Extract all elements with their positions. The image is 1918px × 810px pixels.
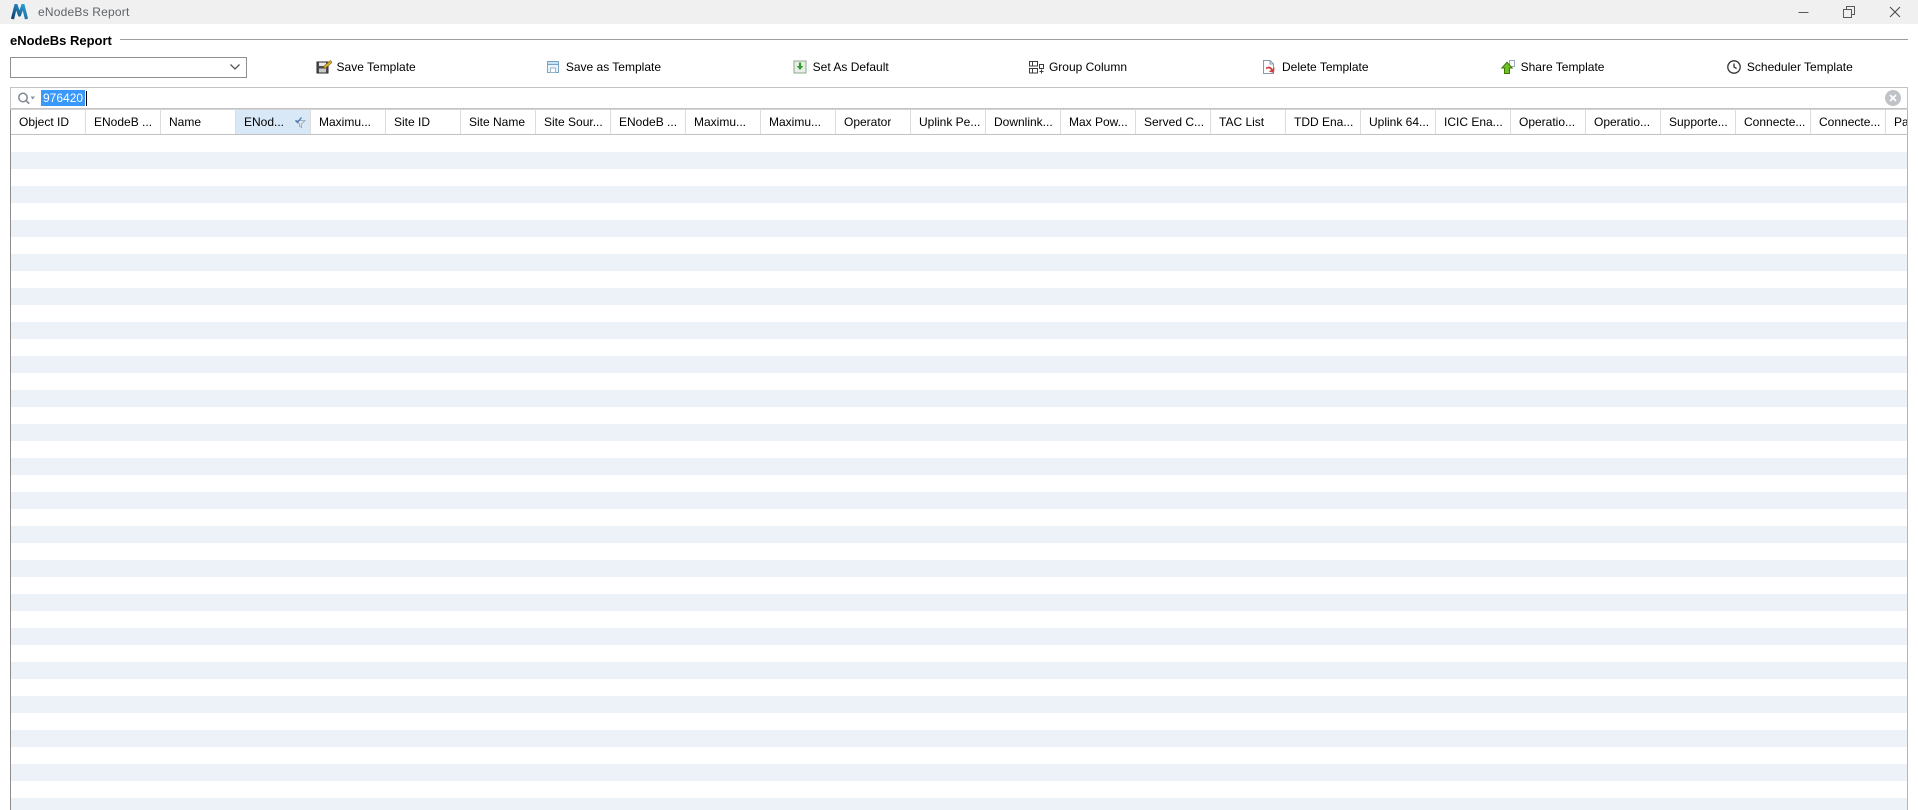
column-header-downlink-13[interactable]: Downlink...	[986, 110, 1061, 134]
column-header-label: ICIC Ena...	[1444, 115, 1503, 129]
restore-icon[interactable]	[1826, 0, 1872, 24]
column-header-enodeb-1[interactable]: ENodeB ...	[86, 110, 161, 134]
toolbar-button-label: Share Template	[1520, 60, 1605, 74]
column-header-icic-ena-19[interactable]: ICIC Ena...	[1436, 110, 1511, 134]
toolbar-button-label: Save as Template	[565, 60, 661, 74]
column-header-enod-3[interactable]: ENod...	[236, 110, 311, 134]
enodebs-table: Object ID ENodeB ... Name ENod... Maximu... S…	[10, 109, 1908, 810]
table-body-empty[interactable]	[11, 135, 1907, 810]
column-header-label: Connecte...	[1819, 115, 1881, 129]
column-header-connecte-23[interactable]: Connecte...	[1736, 110, 1811, 134]
column-header-uplink-pe-12[interactable]: Uplink Pe...	[911, 110, 986, 134]
column-header-site-id-5[interactable]: Site ID	[386, 110, 461, 134]
window-title: eNodeBs Report	[38, 5, 130, 19]
save-as-template-icon	[545, 59, 561, 75]
column-header-label: ENodeB ...	[94, 115, 153, 129]
column-header-operator-11[interactable]: Operator	[836, 110, 911, 134]
column-filter-icon[interactable]	[289, 116, 307, 129]
column-header-label: Site Sour...	[544, 115, 603, 129]
column-header-label: Par...	[1894, 115, 1907, 129]
search-input[interactable]: 976420	[41, 90, 86, 106]
clear-search-icon[interactable]	[1885, 90, 1901, 106]
column-header-connecte-24[interactable]: Connecte...	[1811, 110, 1886, 134]
toolbar-button-label: Save Template	[336, 60, 416, 74]
column-header-label: TDD Ena...	[1294, 115, 1354, 129]
column-header-label: Served C...	[1144, 115, 1205, 129]
save-template-button[interactable]: Save Template	[247, 59, 484, 75]
toolbar-button-label: Group Column	[1048, 60, 1127, 74]
group-column-button[interactable]: Group Column	[959, 59, 1196, 75]
column-header-label: Downlink...	[994, 115, 1053, 129]
scheduler-template-button[interactable]: Scheduler Template	[1671, 59, 1908, 75]
column-header-maximu-10[interactable]: Maximu...	[761, 110, 836, 134]
column-header-maximu-4[interactable]: Maximu...	[311, 110, 386, 134]
section-header: eNodeBs Report	[10, 32, 1908, 48]
column-header-site-name-6[interactable]: Site Name	[461, 110, 536, 134]
column-header-operatio-20[interactable]: Operatio...	[1511, 110, 1586, 134]
column-header-tdd-ena-17[interactable]: TDD Ena...	[1286, 110, 1361, 134]
page-title: eNodeBs Report	[10, 32, 112, 48]
column-header-supporte-22[interactable]: Supporte...	[1661, 110, 1736, 134]
column-header-label: Maximu...	[319, 115, 372, 129]
toolbar-button-label: Scheduler Template	[1746, 60, 1853, 74]
section-divider	[119, 39, 1908, 41]
column-header-label: Maximu...	[694, 115, 747, 129]
column-header-label: Operatio...	[1519, 115, 1576, 129]
column-header-label: Max Pow...	[1069, 115, 1128, 129]
column-header-par-25[interactable]: Par...	[1886, 110, 1907, 134]
share-template-button[interactable]: Share Template	[1433, 59, 1670, 75]
column-header-label: Maximu...	[769, 115, 822, 129]
column-header-uplink-64-18[interactable]: Uplink 64...	[1361, 110, 1436, 134]
column-header-label: Uplink 64...	[1369, 115, 1430, 129]
column-header-label: Site Name	[469, 115, 526, 129]
minimize-icon[interactable]	[1780, 0, 1826, 24]
column-header-label: Site ID	[394, 115, 431, 129]
toolbar: Save Template Save as Template Set As Defa…	[10, 55, 1908, 79]
toolbar-buttons: Save Template Save as Template Set As Defa…	[247, 59, 1908, 75]
share-template-icon	[1500, 59, 1516, 75]
close-icon[interactable]	[1872, 0, 1918, 24]
column-header-max-pow-14[interactable]: Max Pow...	[1061, 110, 1136, 134]
column-header-label: ENod...	[244, 115, 285, 129]
group-column-icon	[1028, 59, 1044, 75]
template-select[interactable]	[10, 56, 247, 78]
table-header-row: Object ID ENodeB ... Name ENod... Maximu... S…	[11, 110, 1907, 135]
chevron-down-icon	[229, 58, 241, 76]
column-header-label: Object ID	[19, 115, 70, 129]
column-header-label: TAC List	[1219, 115, 1265, 129]
window-controls	[1780, 0, 1918, 24]
column-header-label: Supporte...	[1669, 115, 1728, 129]
column-header-name-2[interactable]: Name	[161, 110, 236, 134]
column-header-enodeb-8[interactable]: ENodeB ...	[611, 110, 686, 134]
toolbar-button-label: Set As Default	[812, 60, 889, 74]
app-window: eNodeBs Report eNodeBs Report Save Templ…	[0, 0, 1918, 810]
column-header-label: Operatio...	[1594, 115, 1651, 129]
scheduler-template-icon	[1726, 59, 1742, 75]
column-header-label: Connecte...	[1744, 115, 1806, 129]
delete-template-button[interactable]: Delete Template	[1196, 59, 1433, 75]
column-header-maximu-9[interactable]: Maximu...	[686, 110, 761, 134]
delete-template-icon	[1261, 59, 1277, 75]
column-header-site-sour-7[interactable]: Site Sour...	[536, 110, 611, 134]
titlebar: eNodeBs Report	[0, 0, 1918, 24]
column-header-label: Name	[169, 115, 202, 129]
save-as-template-button[interactable]: Save as Template	[484, 59, 721, 75]
column-header-operatio-21[interactable]: Operatio...	[1586, 110, 1661, 134]
toolbar-button-label: Delete Template	[1282, 60, 1369, 74]
save-template-icon	[316, 59, 332, 75]
set-as-default-icon	[792, 59, 808, 75]
column-header-object-id-0[interactable]: Object ID	[11, 110, 86, 134]
app-logo-icon	[10, 4, 30, 20]
text-caret	[86, 90, 88, 106]
column-header-tac-list-16[interactable]: TAC List	[1211, 110, 1286, 134]
search-bar[interactable]: 976420	[10, 87, 1908, 109]
column-header-served-c-15[interactable]: Served C...	[1136, 110, 1211, 134]
set-as-default-button[interactable]: Set As Default	[722, 59, 959, 75]
column-header-label: ENodeB ...	[619, 115, 678, 129]
search-icon[interactable]	[17, 91, 36, 106]
column-header-label: Uplink Pe...	[919, 115, 981, 129]
column-header-label: Operator	[844, 115, 892, 129]
